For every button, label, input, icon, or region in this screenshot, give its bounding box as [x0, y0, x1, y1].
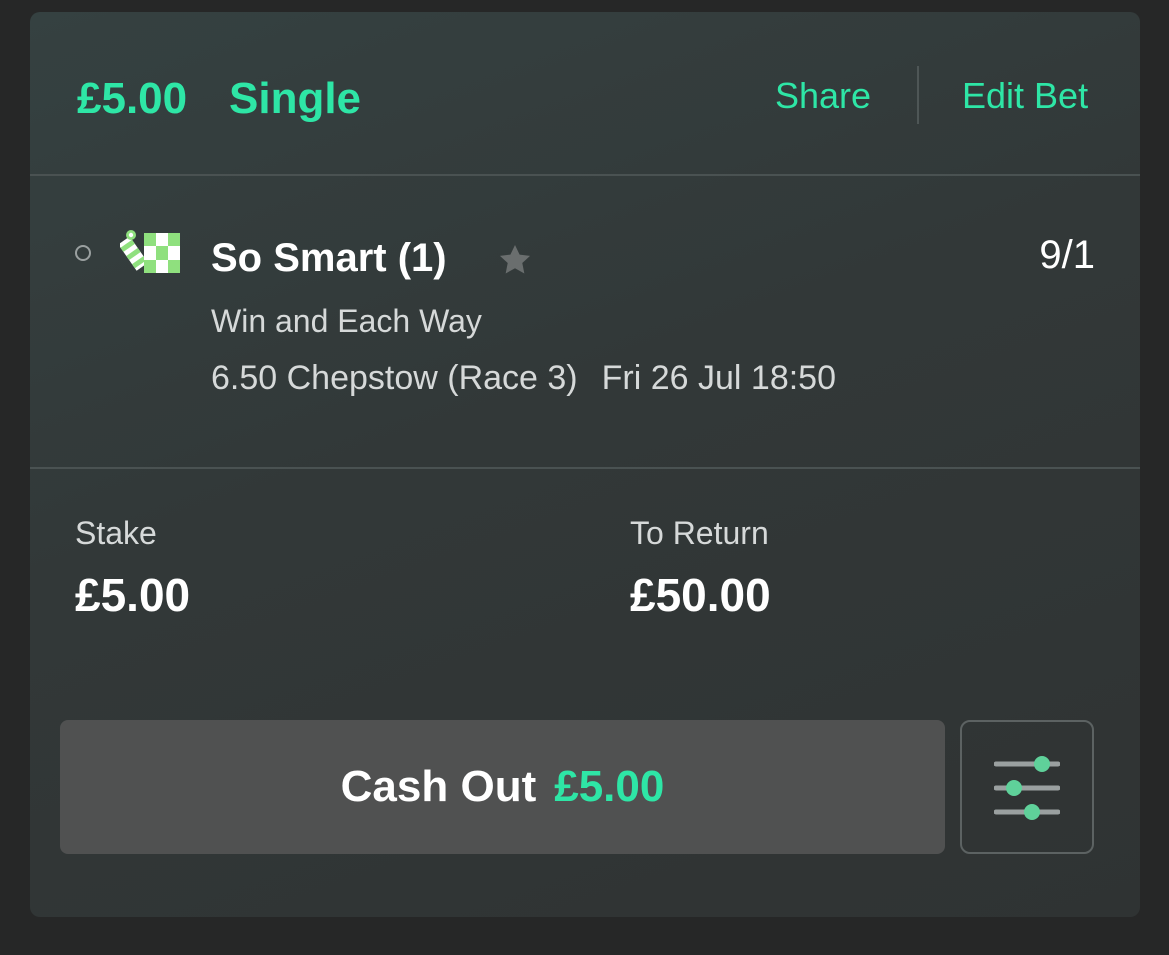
odds-value: 9/1 — [1039, 233, 1095, 277]
event-name: 6.50 Chepstow (Race 3) — [211, 359, 578, 397]
bet-card: £5.00 Single Share Edit Bet So Smart (1)… — [30, 12, 1140, 917]
edit-bet-button[interactable]: Edit Bet — [962, 76, 1088, 116]
cash-out-button[interactable]: Cash Out £5.00 — [60, 720, 945, 854]
star-icon[interactable] — [496, 241, 534, 279]
cash-out-amount: £5.00 — [554, 762, 665, 811]
bet-stake-amount: £5.00 — [77, 74, 188, 123]
share-button[interactable]: Share — [775, 76, 871, 116]
event-details: 6.50 Chepstow (Race 3) Fri 26 Jul 18:50 — [211, 358, 836, 398]
sliders-icon — [994, 756, 1060, 820]
cash-out-settings-button[interactable] — [960, 720, 1094, 854]
section-divider — [30, 174, 1140, 176]
cash-out-label: Cash Out — [340, 762, 537, 811]
bet-header: £5.00 Single Share Edit Bet — [30, 12, 1140, 175]
bet-summary: Stake £5.00 To Return £50.00 — [30, 470, 1140, 670]
to-return-label: To Return — [630, 515, 769, 551]
selection-details: So Smart (1) 9/1 Win and Each Way 6.50 C… — [30, 177, 1140, 467]
event-time: Fri 26 Jul 18:50 — [601, 359, 836, 397]
section-divider — [30, 467, 1140, 469]
bet-type: Single — [229, 74, 362, 123]
to-return-value: £50.00 — [630, 569, 771, 621]
stake-label: Stake — [75, 515, 157, 551]
runner-name: So Smart (1) — [211, 236, 447, 280]
jockey-silks-icon — [120, 230, 180, 273]
status-indicator-icon — [75, 245, 91, 261]
market-name: Win and Each Way — [211, 303, 482, 339]
stake-value: £5.00 — [75, 569, 191, 621]
header-divider — [917, 66, 919, 124]
